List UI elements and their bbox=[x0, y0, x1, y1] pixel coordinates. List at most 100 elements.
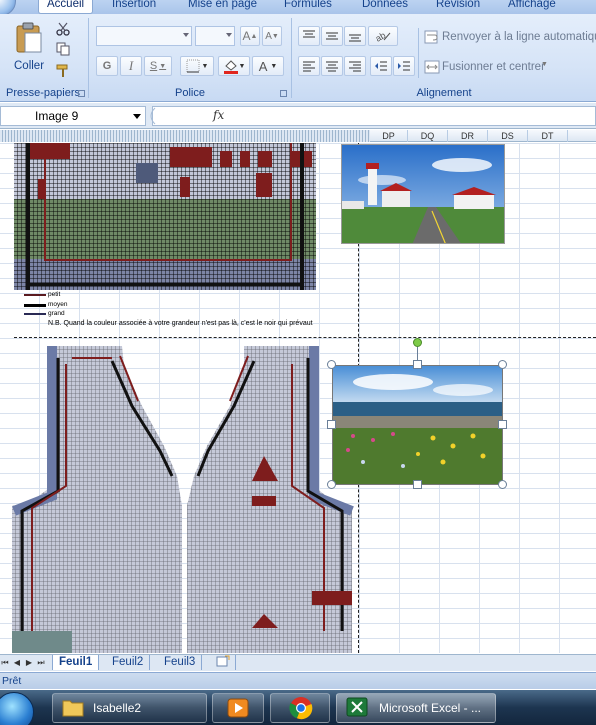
resize-handle-bottom[interactable] bbox=[413, 480, 422, 489]
column-header[interactable]: DQ bbox=[408, 130, 448, 142]
knitting-chart-top bbox=[14, 143, 316, 290]
chevron-down-icon[interactable] bbox=[133, 114, 141, 119]
align-top-button[interactable] bbox=[298, 26, 320, 46]
formula-input[interactable]: fx bbox=[150, 106, 596, 126]
sheet-tab-feuil2[interactable]: Feuil2 bbox=[106, 655, 151, 670]
shrink-font-button[interactable]: A ▼ bbox=[262, 26, 282, 46]
insert-sheet-icon bbox=[216, 655, 230, 667]
resize-handle-top[interactable] bbox=[413, 360, 422, 369]
font-launcher-icon[interactable] bbox=[280, 90, 287, 97]
lighthouse-photo[interactable] bbox=[341, 144, 505, 244]
align-middle-icon bbox=[326, 32, 338, 40]
last-sheet-icon[interactable]: ⏭ bbox=[36, 658, 46, 668]
font-group-label: Police bbox=[175, 87, 205, 99]
tab-donnees[interactable]: Données bbox=[354, 0, 416, 14]
knitting-chart-vest bbox=[12, 346, 354, 653]
wrap-text-button[interactable]: Renvoyer à la ligne automatique bbox=[442, 31, 596, 43]
chart-red-block bbox=[240, 151, 250, 167]
chart-blue-block bbox=[136, 163, 158, 183]
chevron-down-icon: ▼ bbox=[201, 62, 209, 70]
column-header[interactable]: DS bbox=[488, 130, 528, 142]
tab-accueil[interactable]: Accueil bbox=[38, 0, 94, 14]
font-name-combo[interactable] bbox=[96, 26, 192, 46]
tab-formules[interactable]: Formules bbox=[276, 0, 340, 14]
prev-sheet-icon[interactable]: ◀ bbox=[12, 658, 22, 668]
start-button[interactable] bbox=[0, 692, 34, 725]
worksheet-grid[interactable]: petit moyen grand N.B. Quand la couleur … bbox=[0, 143, 596, 653]
taskbar-item-label: Microsoft Excel - ... bbox=[379, 701, 482, 715]
legend-line-grand bbox=[24, 313, 46, 315]
sheet-tab-feuil3[interactable]: Feuil3 bbox=[158, 655, 203, 670]
resize-handle-top-left[interactable] bbox=[327, 360, 336, 369]
copy-icon[interactable] bbox=[56, 42, 70, 56]
grow-font-button[interactable]: A ▲ bbox=[240, 26, 260, 46]
paste-button[interactable]: Coller bbox=[8, 18, 48, 80]
resize-handle-left[interactable] bbox=[327, 420, 336, 429]
paste-label: Coller bbox=[14, 60, 45, 72]
chevron-down-icon[interactable]: ▼ bbox=[541, 61, 548, 68]
windows-taskbar: Isabelle2 Microsoft Excel - ... bbox=[0, 690, 596, 725]
chevron-down-icon: ▼ bbox=[159, 62, 167, 70]
taskbar-item-label: Isabelle2 bbox=[93, 701, 142, 715]
seashore-photo[interactable] bbox=[332, 365, 503, 485]
group-separator bbox=[418, 28, 419, 78]
wrap-text-icon bbox=[424, 30, 438, 44]
legend-label: moyen bbox=[48, 301, 68, 308]
sheet-tab-feuil1[interactable]: Feuil1 bbox=[52, 655, 100, 670]
ribbon: Coller Presse-papiers A▲ A▼ G I S▼ ▼ bbox=[0, 14, 596, 102]
align-left-icon bbox=[303, 61, 315, 72]
underline-button[interactable]: S ▼ bbox=[144, 56, 172, 76]
align-center-button[interactable] bbox=[321, 56, 343, 76]
bold-button[interactable]: G bbox=[96, 56, 118, 76]
align-left-button[interactable] bbox=[298, 56, 320, 76]
alignment-group-label: Alignement bbox=[416, 87, 472, 99]
borders-button[interactable]: ▼ bbox=[180, 56, 214, 76]
align-bottom-button[interactable] bbox=[344, 26, 366, 46]
orientation-button[interactable]: ab bbox=[368, 26, 398, 46]
column-header[interactable]: DP bbox=[370, 130, 408, 142]
taskbar-media-player[interactable] bbox=[212, 693, 264, 723]
align-top-icon bbox=[303, 30, 315, 38]
svg-text:ab: ab bbox=[374, 30, 387, 42]
resize-handle-bottom-left[interactable] bbox=[327, 480, 336, 489]
tab-mise-en-page[interactable]: Mise en page bbox=[180, 0, 265, 14]
page-break-horizontal bbox=[14, 337, 596, 338]
insert-sheet-button[interactable] bbox=[210, 655, 236, 670]
first-sheet-icon[interactable]: ⏮ bbox=[0, 658, 10, 668]
resize-handle-top-right[interactable] bbox=[498, 360, 507, 369]
tab-affichage[interactable]: Affichage bbox=[500, 0, 564, 14]
clipboard-launcher-icon[interactable] bbox=[78, 90, 85, 97]
ribbon-tab-strip: Accueil Insertion Mise en page Formules … bbox=[0, 0, 596, 16]
rotate-handle[interactable] bbox=[413, 338, 422, 347]
formula-bar: Image 9 fx bbox=[0, 103, 596, 129]
align-right-button[interactable] bbox=[344, 56, 366, 76]
resize-handle-right[interactable] bbox=[498, 420, 507, 429]
status-text: Prêt bbox=[2, 675, 22, 687]
fill-color-button[interactable]: ▼ bbox=[218, 56, 250, 76]
status-bar: Prêt bbox=[0, 672, 596, 689]
decrease-indent-button[interactable] bbox=[370, 56, 392, 76]
insert-function-button[interactable]: fx bbox=[213, 108, 224, 122]
tab-insertion[interactable]: Insertion bbox=[104, 0, 164, 14]
font-color-button[interactable]: A ▼ bbox=[252, 56, 284, 76]
chevron-down-icon bbox=[183, 33, 189, 37]
chart-red-block bbox=[180, 177, 190, 197]
column-header[interactable]: DT bbox=[528, 130, 568, 142]
merge-center-button[interactable]: Fusionner et centrer bbox=[442, 61, 545, 73]
format-painter-icon[interactable] bbox=[56, 64, 70, 78]
align-middle-button[interactable] bbox=[321, 26, 343, 46]
increase-indent-button[interactable] bbox=[393, 56, 415, 76]
name-box[interactable]: Image 9 bbox=[0, 106, 146, 126]
column-header[interactable]: DR bbox=[448, 130, 488, 142]
italic-button[interactable]: I bbox=[120, 56, 142, 76]
chevron-down-icon bbox=[226, 33, 232, 37]
cut-icon[interactable] bbox=[56, 22, 70, 36]
chart-outline-line bbox=[290, 143, 292, 261]
tab-revision[interactable]: Révision bbox=[428, 0, 488, 14]
chart-green-band bbox=[14, 199, 316, 259]
next-sheet-icon[interactable]: ▶ bbox=[24, 658, 34, 668]
resize-handle-bottom-right[interactable] bbox=[498, 480, 507, 489]
taskbar-chrome[interactable] bbox=[270, 693, 330, 723]
legend-note: N.B. Quand la couleur associée à votre g… bbox=[48, 320, 313, 327]
font-size-combo[interactable] bbox=[195, 26, 235, 46]
